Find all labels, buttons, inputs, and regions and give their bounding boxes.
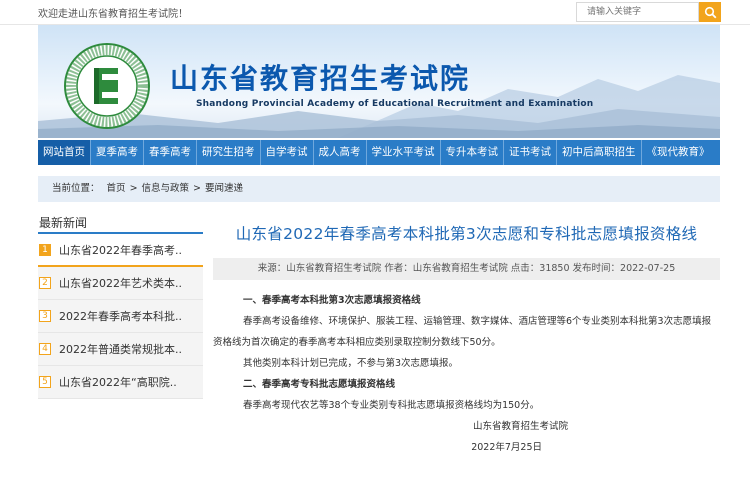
article-body: 一、春季高考本科批第3次志愿填报资格线 春季高考设备维修、环境保护、服装工程、运… bbox=[213, 290, 720, 458]
publish-date: 2022年7月25日 bbox=[471, 442, 542, 453]
nav-item[interactable]: 春季高考 bbox=[144, 140, 197, 165]
news-number-badge: 2 bbox=[39, 277, 51, 289]
news-list-item[interactable]: 4 2022年普通类常规批本.. bbox=[38, 333, 203, 366]
news-list-item[interactable]: 1 山东省2022年春季高考.. bbox=[38, 234, 203, 267]
paragraph-3: 春季高考现代农艺等38个专业类别专科批志愿填报资格线均为150分。 bbox=[243, 400, 540, 411]
nav-item[interactable]: 证书考试 bbox=[504, 140, 557, 165]
nav-item[interactable]: 网站首页 bbox=[38, 140, 91, 165]
nav-item[interactable]: 成人高考 bbox=[314, 140, 367, 165]
nav-item[interactable]: 研究生招考 bbox=[197, 140, 261, 165]
news-title: 2022年普通类常规批本.. bbox=[59, 343, 182, 356]
nav-item[interactable]: 自学考试 bbox=[261, 140, 314, 165]
header-banner: 山东省教育招生考试院 Shandong Provincial Academy o… bbox=[38, 25, 720, 138]
nav-item[interactable]: 夏季高考 bbox=[91, 140, 144, 165]
nav-item[interactable]: 《现代教育》 bbox=[642, 140, 715, 165]
news-list: 1 山东省2022年春季高考.. 2 山东省2022年艺术类本.. 3 2022年春季高考… bbox=[38, 234, 203, 399]
breadcrumb-label: 当前位置： bbox=[52, 183, 100, 194]
paragraph-2: 其他类别本科计划已完成，不参与第3次志愿填报。 bbox=[243, 358, 459, 369]
breadcrumb-link[interactable]: 首页 bbox=[107, 183, 126, 194]
nav-item[interactable]: 学业水平考试 bbox=[367, 140, 441, 165]
news-title: 山东省2022年艺术类本.. bbox=[59, 277, 182, 290]
academy-title-en: Shandong Provincial Academy of Education… bbox=[196, 99, 594, 109]
news-title: 山东省2022年“高职院.. bbox=[59, 376, 177, 389]
news-number-badge: 1 bbox=[39, 243, 51, 256]
welcome-text: 欢迎走进山东省教育招生考试院！ bbox=[38, 9, 188, 20]
news-title: 2022年春季高考本科批.. bbox=[59, 310, 182, 323]
paragraph-1: 春季高考设备维修、环境保护、服装工程、运输管理、数字媒体、酒店管理等6个专业类别… bbox=[213, 316, 712, 348]
breadcrumb-separator: > bbox=[129, 183, 138, 194]
signature: 山东省教育招生考试院 bbox=[472, 421, 568, 432]
breadcrumb-link[interactable]: 要闻速递 bbox=[205, 183, 243, 194]
article-meta: 来源：山东省教育招生考试院 作者：山东省教育招生考试院 点击：31850 发布时… bbox=[213, 258, 720, 280]
search-input[interactable] bbox=[576, 2, 699, 22]
news-list-item[interactable]: 3 2022年春季高考本科批.. bbox=[38, 300, 203, 333]
main-nav: 网站首页 夏季高考 春季高考 研究生招考 自学考试 成人高考 学业水平考试 专升本考试 证书考试… bbox=[38, 140, 720, 165]
search-icon bbox=[704, 6, 716, 18]
news-number-badge: 3 bbox=[39, 310, 51, 322]
news-number-badge: 4 bbox=[39, 343, 51, 355]
nav-item[interactable]: 初中后高职招生 bbox=[557, 140, 642, 165]
academy-logo bbox=[64, 43, 150, 129]
breadcrumb: 当前位置： 首页 > 信息与政策 > 要闻速递 bbox=[38, 176, 720, 202]
breadcrumb-link[interactable]: 信息与政策 bbox=[142, 183, 190, 194]
sidebar-title: 最新新闻 bbox=[38, 212, 203, 234]
section-heading-1: 一、春季高考本科批第3次志愿填报资格线 bbox=[243, 295, 421, 306]
academy-title: 山东省教育招生考试院 bbox=[170, 62, 471, 95]
search-button[interactable] bbox=[699, 2, 721, 22]
news-title: 山东省2022年春季高考.. bbox=[59, 243, 182, 257]
article: 山东省2022年春季高考本科批第3次志愿和专科批志愿填报资格线 来源：山东省教育… bbox=[213, 212, 720, 458]
article-title: 山东省2022年春季高考本科批第3次志愿和专科批志愿填报资格线 bbox=[235, 225, 698, 243]
nav-item[interactable]: 专升本考试 bbox=[441, 140, 504, 165]
breadcrumb-separator: > bbox=[193, 183, 202, 194]
search-box bbox=[576, 2, 721, 22]
news-list-item[interactable]: 5 山东省2022年“高职院.. bbox=[38, 366, 203, 399]
news-list-item[interactable]: 2 山东省2022年艺术类本.. bbox=[38, 267, 203, 300]
sidebar-latest-news: 最新新闻 1 山东省2022年春季高考.. 2 山东省2022年艺术类本.. 3 2022… bbox=[38, 212, 203, 399]
section-heading-2: 二、春季高考专科批志愿填报资格线 bbox=[243, 379, 396, 390]
top-bar: 欢迎走进山东省教育招生考试院！ bbox=[0, 0, 750, 25]
news-number-badge: 5 bbox=[39, 376, 51, 388]
